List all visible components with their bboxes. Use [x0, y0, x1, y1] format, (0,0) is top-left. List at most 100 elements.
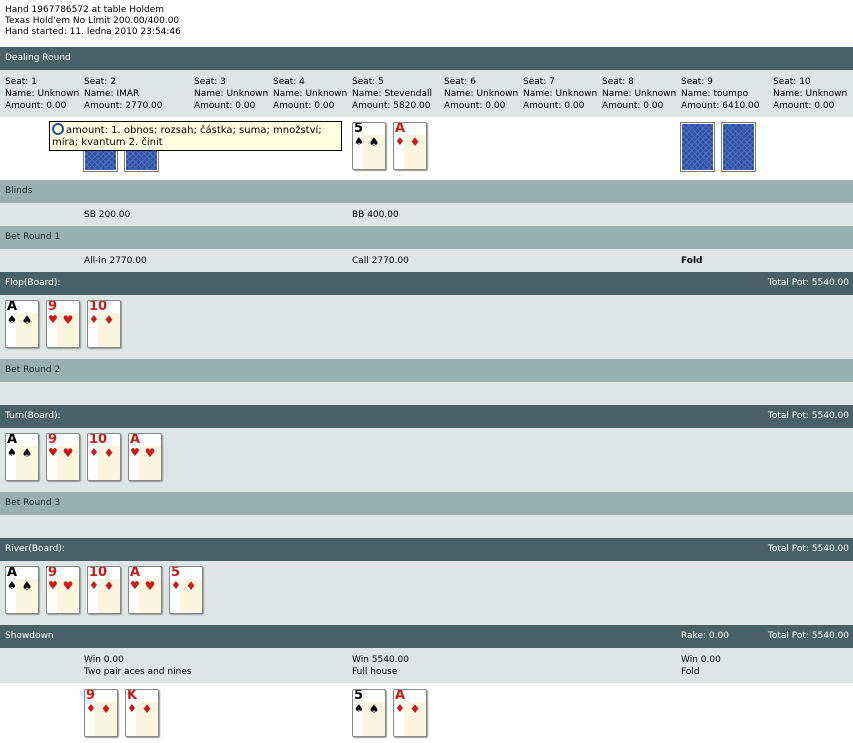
card-pips: ♠ [16, 313, 38, 347]
card-rank: 9 [48, 433, 58, 447]
playing-card: A ♠ ♠ [5, 433, 39, 481]
rake: Rake: 0.00 [681, 631, 729, 641]
playing-card: 5 ♠ ♠ [352, 122, 386, 170]
section-title: Blinds [5, 186, 33, 196]
seat-seat: Seat: 10 [773, 77, 811, 87]
hand-header: Hand 1967786572 at table Holdem Texas Ho… [5, 5, 181, 38]
section-showdown: Showdown Rake: 0.00 Total Pot: 5540.00 [0, 625, 853, 648]
seat-name: Name: Unknown [773, 89, 848, 99]
card-rank: 10 [89, 433, 108, 447]
card-rank: K [127, 689, 138, 703]
hand-start-time: Hand started: 11. ledna 2010 23:54:46 [5, 27, 181, 37]
card-rank: A [7, 433, 18, 447]
action-seat5: Call 2770.00 [352, 256, 409, 266]
magnifier-icon [52, 123, 64, 135]
card-pips: ♠ [363, 135, 385, 169]
card-back [681, 123, 714, 171]
blinds-row: SB 200.00 BB 400.00 [0, 203, 853, 226]
seat-seat: Seat: 9 [681, 77, 713, 87]
showdown-seat5: Win 5540.00 Full house [352, 654, 409, 678]
playing-card: 9 ♥ ♥ [46, 566, 80, 614]
card-pips: ♦ [180, 579, 202, 613]
total-pot: Total Pot: 5540.00 [767, 631, 849, 641]
playing-card: 5 ♠ ♠ [352, 689, 386, 737]
section-bet-round-1: Bet Round 1 [0, 226, 853, 249]
section-flop: Flop(Board): Total Pot: 5540.00 [0, 272, 853, 295]
card-pips: ♦ [98, 579, 120, 613]
section-dealing-round: Dealing Round [0, 47, 853, 70]
seat-2: Seat: 2 Name: IMAR Amount: 2770.00 [84, 76, 162, 112]
seat-seat: Seat: 8 [602, 77, 634, 87]
seat-amount: Amount: 0.00 [773, 101, 835, 111]
showdown-seat2: Win 0.00 Two pair aces and nines [84, 654, 192, 678]
seat-seat: Seat: 4 [273, 77, 305, 87]
seat-seat: Seat: 3 [194, 77, 226, 87]
section-title: Turn(Board): [5, 411, 61, 421]
win-amount: Win 0.00 [681, 655, 721, 665]
card-rank: A [395, 689, 406, 703]
seat-9: Seat: 9 Name: toumpo Amount: 6410.00 [681, 76, 759, 112]
seat-amount: Amount: 0.00 [602, 101, 664, 111]
playing-card: 9 ♦ ♦ [84, 689, 118, 737]
card-pips: ♠ [16, 446, 38, 480]
seat-name: Name: Unknown [194, 89, 269, 99]
tooltip-text: amount: 1. obnos; rozsah; částka; suma; … [52, 125, 322, 148]
seat-amount: Amount: 6410.00 [681, 101, 760, 111]
seat-amount: Amount: 5820.00 [352, 101, 431, 111]
game-type: Texas Hold'em No Limit 200.00/400.00 [5, 16, 180, 26]
card-rank: 10 [89, 566, 108, 580]
card-rank: 10 [89, 300, 108, 314]
showdown-row: Win 0.00 Two pair aces and nines Win 5540… [0, 648, 853, 683]
card-rank: 5 [171, 566, 181, 580]
card-rank: A [395, 122, 406, 136]
seat-name: Name: toumpo [681, 89, 749, 99]
section-bet-round-2: Bet Round 2 [0, 359, 853, 382]
seat-name: Name: Unknown [444, 89, 519, 99]
card-pips: ♦ [404, 702, 426, 736]
playing-card: 10 ♦ ♦ [87, 566, 121, 614]
win-amount: Win 0.00 [84, 655, 124, 665]
turn-row: A ♠ ♠ 9 ♥ ♥ 10 ♦ ♦ A ♥ ♥ [0, 428, 853, 492]
seats-row: Seat: 1 Name: Unknown Amount: 0.00 Seat: 2 N… [0, 70, 853, 117]
seat-name: Name: Unknown [273, 89, 348, 99]
big-blind: BB 400.00 [352, 210, 399, 220]
total-pot: Total Pot: 5540.00 [767, 278, 849, 288]
section-title: Dealing Round [5, 53, 71, 63]
playing-card: A ♠ ♠ [5, 566, 39, 614]
playing-card: 10 ♦ ♦ [87, 433, 121, 481]
playing-card: A ♥ ♥ [128, 433, 162, 481]
seat-name: Name: Unknown [602, 89, 677, 99]
card-pips: ♦ [98, 313, 120, 347]
seat-name: Name: Unknown [523, 89, 598, 99]
seat-name: Name: Unknown [5, 89, 80, 99]
hand-description: Two pair aces and nines [84, 667, 192, 677]
flop-row: A ♠ ♠ 9 ♥ ♥ 10 ♦ ♦ [0, 295, 853, 359]
section-blinds: Blinds [0, 180, 853, 203]
card-rank: 9 [86, 689, 96, 703]
playing-card: K ♦ ♦ [125, 689, 159, 737]
playing-card: A ♥ ♥ [128, 566, 162, 614]
section-turn: Turn(Board): Total Pot: 5540.00 [0, 405, 853, 428]
card-rank: 9 [48, 566, 58, 580]
card-back [722, 123, 755, 171]
section-title: Bet Round 3 [5, 498, 61, 508]
card-pips: ♦ [136, 702, 158, 736]
seat-seat: Seat: 1 [5, 77, 37, 87]
seat-seat: Seat: 6 [444, 77, 476, 87]
river-row: A ♠ ♠ 9 ♥ ♥ 10 ♦ ♦ A ♥ ♥ 5 ♦ ♦ [0, 561, 853, 625]
section-title: Flop(Board): [5, 278, 61, 288]
playing-card: 5 ♦ ♦ [169, 566, 203, 614]
card-pips: ♥ [139, 446, 161, 480]
showdown-seat9: Win 0.00 Fold [681, 654, 721, 678]
section-bet-round-3: Bet Round 3 [0, 492, 853, 515]
bet-round-2-row [0, 382, 853, 405]
action-seat2: All-in 2770.00 [84, 256, 147, 266]
section-river: River(Board): Total Pot: 5540.00 [0, 538, 853, 561]
hand-description: Full house [352, 667, 398, 677]
seat-seat: Seat: 2 [84, 77, 116, 87]
translation-tooltip: amount: 1. obnos; rozsah; částka; suma; … [49, 121, 342, 151]
seat-amount: Amount: 0.00 [523, 101, 585, 111]
card-pips: ♠ [363, 702, 385, 736]
hand-description: Fold [681, 667, 700, 677]
card-pips: ♥ [57, 313, 79, 347]
